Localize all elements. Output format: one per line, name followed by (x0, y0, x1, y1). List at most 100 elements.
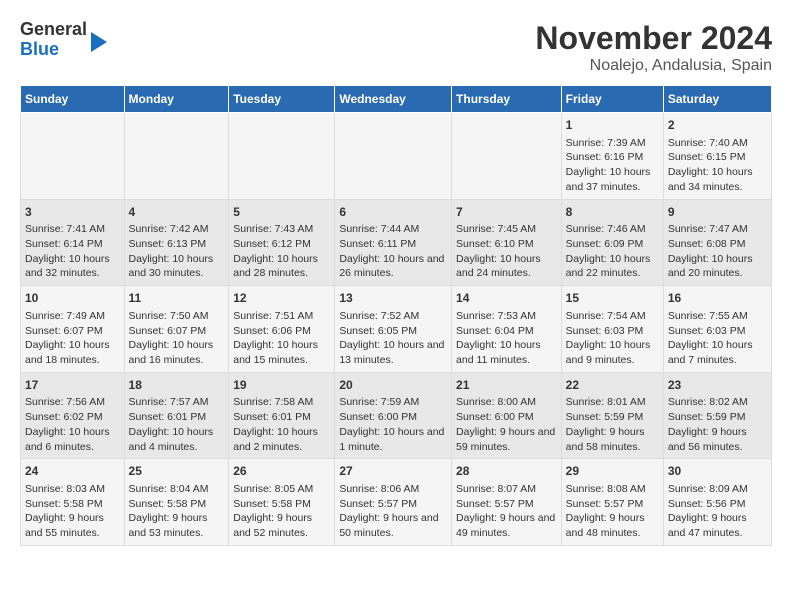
day-number: 6 (339, 204, 447, 221)
day-number: 28 (456, 463, 557, 480)
calendar-cell: 17Sunrise: 7:56 AM Sunset: 6:02 PM Dayli… (21, 372, 125, 459)
day-number: 12 (233, 290, 330, 307)
day-info: Sunrise: 7:56 AM Sunset: 6:02 PM Dayligh… (25, 395, 120, 454)
calendar-cell (452, 113, 562, 200)
calendar-cell (229, 113, 335, 200)
calendar-cell: 10 Sunrise: 7:49 AM Sunset: 6:07 PM Dayli… (21, 286, 125, 373)
logo-arrow-icon (91, 32, 107, 52)
day-info: Sunrise: 8:03 AM Sunset: 5:58 PM Dayligh… (25, 482, 120, 541)
header-tuesday: Tuesday (229, 86, 335, 113)
day-info: Sunrise: 7:58 AM Sunset: 6:01 PM Dayligh… (233, 395, 330, 454)
day-info: Sunrise: 7:41 AM Sunset: 6:14 PM Dayligh… (25, 222, 120, 281)
day-info: Sunrise: 7:55 AM Sunset: 6:03 PM Dayligh… (668, 309, 767, 368)
day-number: 30 (668, 463, 767, 480)
day-number: 20 (339, 377, 447, 394)
calendar-cell: 22Sunrise: 8:01 AM Sunset: 5:59 PM Dayli… (561, 372, 663, 459)
day-info: Sunrise: 7:45 AM Sunset: 6:10 PM Dayligh… (456, 222, 557, 281)
day-number: 14 (456, 290, 557, 307)
calendar-cell: 2 Sunrise: 7:40 AM Sunset: 6:15 PM Daylig… (663, 113, 771, 200)
logo: General Blue (20, 20, 107, 60)
day-info: Sunrise: 8:02 AM Sunset: 5:59 PM Dayligh… (668, 395, 767, 454)
day-info: Sunrise: 7:50 AM Sunset: 6:07 PM Dayligh… (129, 309, 225, 368)
day-number: 7 (456, 204, 557, 221)
header-saturday: Saturday (663, 86, 771, 113)
logo-blue: Blue (20, 39, 59, 59)
calendar-cell: 26 Sunrise: 8:05 AM Sunset: 5:58 PM Dayli… (229, 459, 335, 546)
calendar-cell: 9Sunrise: 7:47 AM Sunset: 6:08 PM Daylig… (663, 199, 771, 286)
calendar-header-row: SundayMondayTuesdayWednesdayThursdayFrid… (21, 86, 772, 113)
day-number: 5 (233, 204, 330, 221)
calendar-cell: 23Sunrise: 8:02 AM Sunset: 5:59 PM Dayli… (663, 372, 771, 459)
day-number: 23 (668, 377, 767, 394)
day-info: Sunrise: 8:07 AM Sunset: 5:57 PM Dayligh… (456, 482, 557, 541)
calendar-title: November 2024 (535, 20, 772, 57)
week-row-3: 10 Sunrise: 7:49 AM Sunset: 6:07 PM Dayli… (21, 286, 772, 373)
week-row-2: 3Sunrise: 7:41 AM Sunset: 6:14 PM Daylig… (21, 199, 772, 286)
calendar-cell: 15Sunrise: 7:54 AM Sunset: 6:03 PM Dayli… (561, 286, 663, 373)
day-number: 10 (25, 290, 120, 307)
day-number: 22 (566, 377, 659, 394)
day-info: Sunrise: 8:01 AM Sunset: 5:59 PM Dayligh… (566, 395, 659, 454)
day-number: 15 (566, 290, 659, 307)
header-thursday: Thursday (452, 86, 562, 113)
page-header: General Blue November 2024 Noalejo, Anda… (20, 20, 772, 75)
calendar-cell: 4Sunrise: 7:42 AM Sunset: 6:13 PM Daylig… (124, 199, 229, 286)
day-number: 11 (129, 290, 225, 307)
header-wednesday: Wednesday (335, 86, 452, 113)
calendar-cell: 25 Sunrise: 8:04 AM Sunset: 5:58 PM Dayli… (124, 459, 229, 546)
day-number: 29 (566, 463, 659, 480)
day-info: Sunrise: 7:43 AM Sunset: 6:12 PM Dayligh… (233, 222, 330, 281)
calendar-cell: 12 Sunrise: 7:51 AM Sunset: 6:06 PM Dayli… (229, 286, 335, 373)
day-info: Sunrise: 7:49 AM Sunset: 6:07 PM Dayligh… (25, 309, 120, 368)
calendar-cell (124, 113, 229, 200)
calendar-cell: 11 Sunrise: 7:50 AM Sunset: 6:07 PM Dayli… (124, 286, 229, 373)
day-info: Sunrise: 7:52 AM Sunset: 6:05 PM Dayligh… (339, 309, 447, 368)
day-number: 24 (25, 463, 120, 480)
day-info: Sunrise: 7:40 AM Sunset: 6:15 PM Dayligh… (668, 136, 767, 195)
header-monday: Monday (124, 86, 229, 113)
calendar-cell: 16 Sunrise: 7:55 AM Sunset: 6:03 PM Dayli… (663, 286, 771, 373)
day-number: 27 (339, 463, 447, 480)
day-number: 8 (566, 204, 659, 221)
day-info: Sunrise: 8:08 AM Sunset: 5:57 PM Dayligh… (566, 482, 659, 541)
calendar-cell: 29 Sunrise: 8:08 AM Sunset: 5:57 PM Dayli… (561, 459, 663, 546)
calendar-cell: 13 Sunrise: 7:52 AM Sunset: 6:05 PM Dayli… (335, 286, 452, 373)
day-number: 18 (129, 377, 225, 394)
calendar-cell: 20Sunrise: 7:59 AM Sunset: 6:00 PM Dayli… (335, 372, 452, 459)
day-number: 25 (129, 463, 225, 480)
day-number: 26 (233, 463, 330, 480)
calendar-cell: 24 Sunrise: 8:03 AM Sunset: 5:58 PM Dayli… (21, 459, 125, 546)
day-info: Sunrise: 7:59 AM Sunset: 6:00 PM Dayligh… (339, 395, 447, 454)
calendar-cell: 8Sunrise: 7:46 AM Sunset: 6:09 PM Daylig… (561, 199, 663, 286)
day-number: 21 (456, 377, 557, 394)
day-number: 2 (668, 117, 767, 134)
day-info: Sunrise: 7:42 AM Sunset: 6:13 PM Dayligh… (129, 222, 225, 281)
calendar-cell: 28 Sunrise: 8:07 AM Sunset: 5:57 PM Dayli… (452, 459, 562, 546)
calendar-cell (21, 113, 125, 200)
calendar-subtitle: Noalejo, Andalusia, Spain (535, 57, 772, 75)
day-info: Sunrise: 8:09 AM Sunset: 5:56 PM Dayligh… (668, 482, 767, 541)
day-info: Sunrise: 7:46 AM Sunset: 6:09 PM Dayligh… (566, 222, 659, 281)
day-info: Sunrise: 7:44 AM Sunset: 6:11 PM Dayligh… (339, 222, 447, 281)
header-friday: Friday (561, 86, 663, 113)
calendar-cell: 3Sunrise: 7:41 AM Sunset: 6:14 PM Daylig… (21, 199, 125, 286)
day-info: Sunrise: 8:04 AM Sunset: 5:58 PM Dayligh… (129, 482, 225, 541)
day-number: 1 (566, 117, 659, 134)
day-number: 3 (25, 204, 120, 221)
day-number: 9 (668, 204, 767, 221)
week-row-5: 24 Sunrise: 8:03 AM Sunset: 5:58 PM Dayli… (21, 459, 772, 546)
header-sunday: Sunday (21, 86, 125, 113)
calendar-cell: 21Sunrise: 8:00 AM Sunset: 6:00 PM Dayli… (452, 372, 562, 459)
day-info: Sunrise: 8:06 AM Sunset: 5:57 PM Dayligh… (339, 482, 447, 541)
day-info: Sunrise: 8:05 AM Sunset: 5:58 PM Dayligh… (233, 482, 330, 541)
calendar-cell: 14Sunrise: 7:53 AM Sunset: 6:04 PM Dayli… (452, 286, 562, 373)
day-number: 13 (339, 290, 447, 307)
day-info: Sunrise: 7:47 AM Sunset: 6:08 PM Dayligh… (668, 222, 767, 281)
day-info: Sunrise: 7:51 AM Sunset: 6:06 PM Dayligh… (233, 309, 330, 368)
calendar-table: SundayMondayTuesdayWednesdayThursdayFrid… (20, 85, 772, 546)
day-info: Sunrise: 8:00 AM Sunset: 6:00 PM Dayligh… (456, 395, 557, 454)
calendar-cell: 1 Sunrise: 7:39 AM Sunset: 6:16 PM Daylig… (561, 113, 663, 200)
calendar-cell: 30 Sunrise: 8:09 AM Sunset: 5:56 PM Dayli… (663, 459, 771, 546)
day-number: 16 (668, 290, 767, 307)
day-info: Sunrise: 7:39 AM Sunset: 6:16 PM Dayligh… (566, 136, 659, 195)
